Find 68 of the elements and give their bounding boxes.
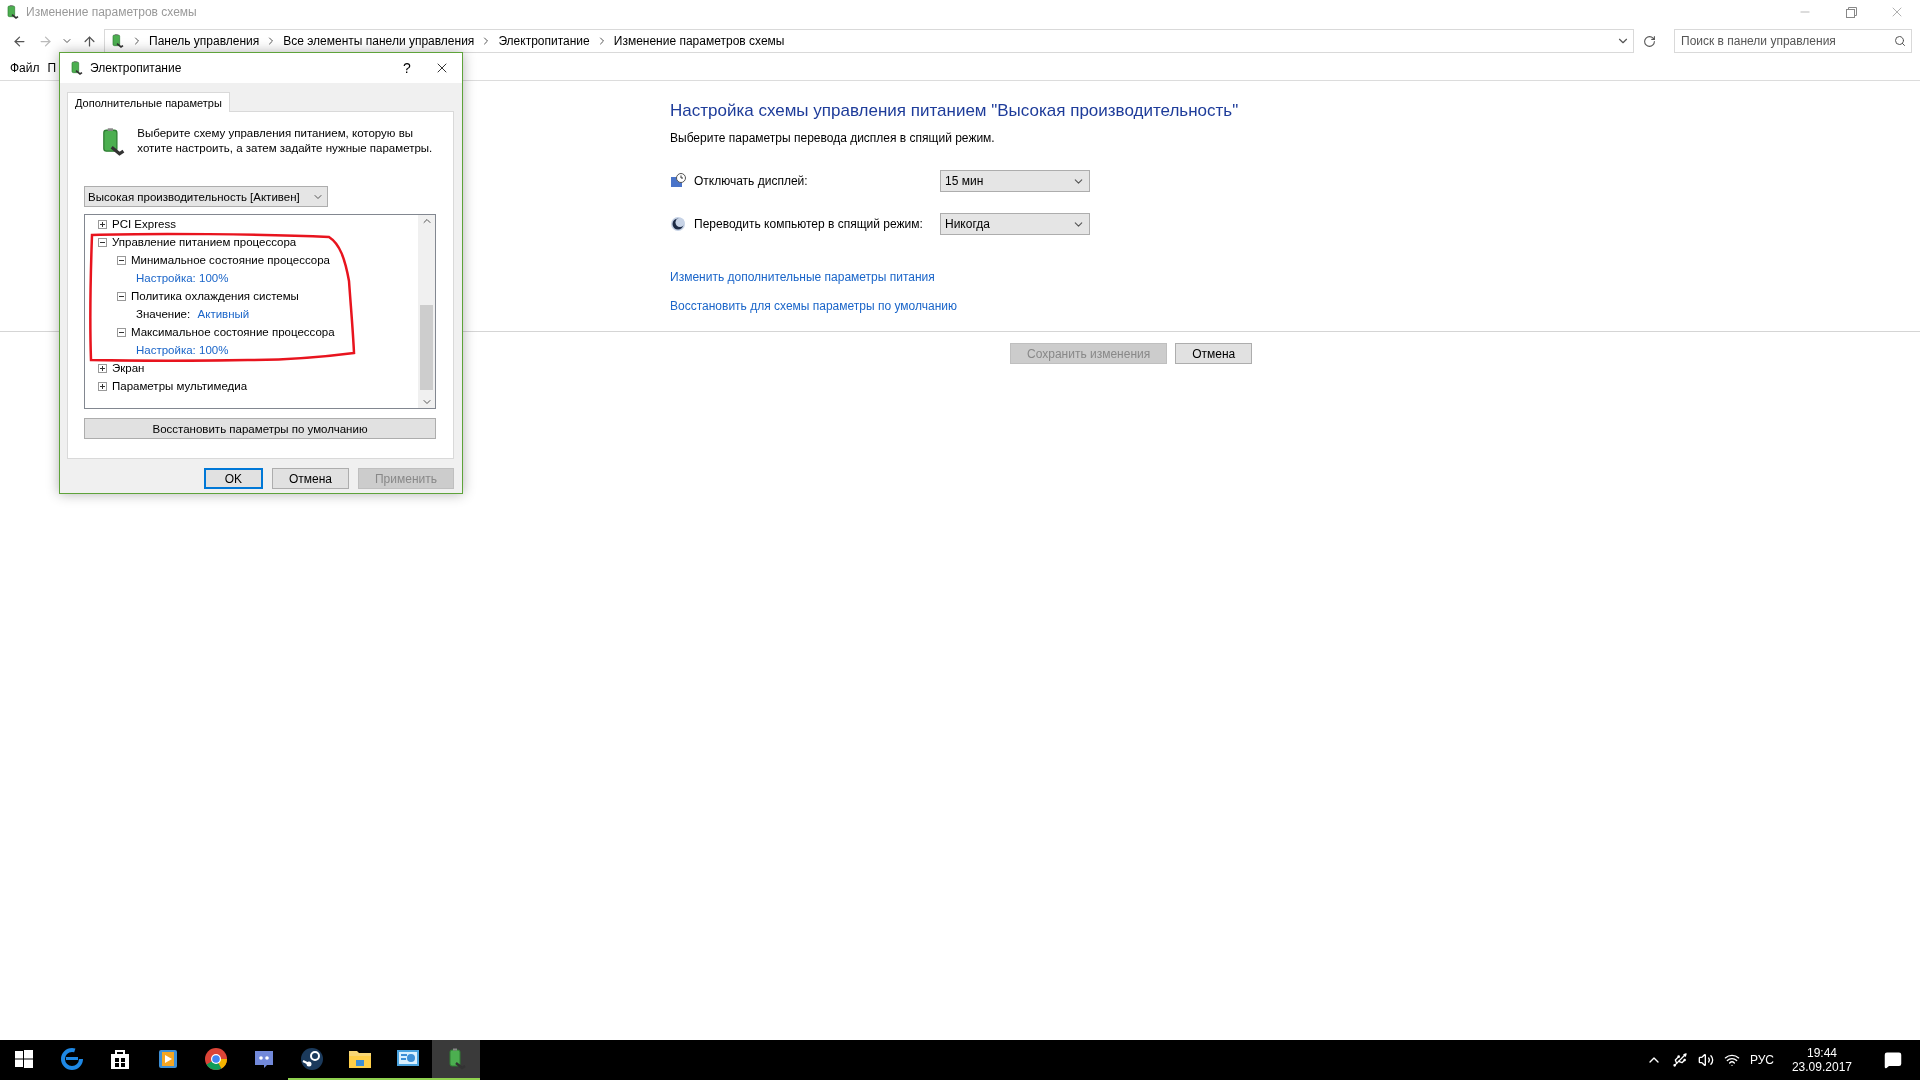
settings-link[interactable]: Изменить дополнительные параметры питания xyxy=(670,270,935,284)
expand-icon[interactable] xyxy=(98,219,107,229)
tree-item[interactable]: Минимальное состояние процессора xyxy=(131,254,330,266)
forward-arrow-icon xyxy=(37,33,53,49)
ok-button[interactable]: OK xyxy=(203,468,263,489)
folder-icon xyxy=(348,1048,372,1070)
collapse-icon[interactable] xyxy=(117,255,126,265)
cancel-button[interactable]: Отмена xyxy=(1175,343,1253,364)
collapse-icon[interactable] xyxy=(117,327,126,337)
setting-link[interactable]: Настройка: 100% xyxy=(136,344,229,356)
breadcrumb-link[interactable]: Все элементы панели управления xyxy=(283,34,475,48)
battery-plug-icon xyxy=(109,33,125,49)
dropdown[interactable]: 15 мин xyxy=(940,170,1090,192)
battery-plug-icon xyxy=(68,60,84,76)
description-text: Выберите схему управления питанием, которую вы хотите настроить, а затем задайте нужные параметры. xyxy=(137,126,434,156)
usb-icon[interactable] xyxy=(1671,1052,1688,1068)
menu-item[interactable]: П xyxy=(47,61,57,75)
breadcrumb-link[interactable]: Изменение параметров схемы xyxy=(613,34,785,48)
search-field[interactable]: Поиск в панели управления xyxy=(1674,29,1912,53)
expand-icon[interactable] xyxy=(98,363,107,373)
tree-item[interactable]: Политика охлаждения системы xyxy=(131,290,299,302)
round-logo-icon xyxy=(300,1047,324,1071)
scrollbar[interactable] xyxy=(418,215,435,408)
collapse-icon[interactable] xyxy=(98,237,107,247)
dropdown[interactable]: Никогда xyxy=(940,213,1090,235)
windows-logo-icon xyxy=(15,1050,33,1068)
menu-item[interactable]: Файл xyxy=(10,61,40,75)
expand-icon[interactable] xyxy=(98,381,107,391)
clock-date: 23.09.2017 xyxy=(1791,1060,1852,1074)
tab[interactable]: Дополнительные параметры xyxy=(67,92,230,112)
tree-item[interactable]: Экран xyxy=(112,362,145,374)
play-icon xyxy=(157,1048,179,1070)
cancel-button[interactable]: Отмена xyxy=(271,468,349,489)
address-bar[interactable]: Панель управления Все элементы панели управления Электропитание Изменение параметров схемы xyxy=(104,29,1634,53)
e-letter-icon xyxy=(60,1047,84,1071)
taskbar-app-button[interactable] xyxy=(432,1040,480,1080)
restore-icon xyxy=(1845,6,1857,18)
dialog-title: Электропитание xyxy=(90,61,183,75)
clock-time: 19:44 xyxy=(1806,1046,1837,1060)
battery-plug-icon xyxy=(4,4,20,20)
monitor-clock-icon xyxy=(670,173,686,189)
language-indicator[interactable]: РУС xyxy=(1749,1053,1774,1067)
search-icon xyxy=(1894,35,1906,47)
round-logo-icon xyxy=(204,1047,228,1071)
collapse-icon[interactable] xyxy=(117,291,126,301)
page-heading: Настройка схемы управления питанием "Высокая производительность" xyxy=(670,101,1240,121)
tree-item[interactable]: Управление питанием процессора xyxy=(112,236,297,248)
moon-icon xyxy=(670,216,686,232)
setting-label: Переводить компьютер в спящий режим: xyxy=(694,217,924,231)
window-title: Изменение параметров схемы xyxy=(26,5,198,19)
breadcrumb-link[interactable]: Электропитание xyxy=(498,34,590,48)
speaker-icon[interactable] xyxy=(1697,1052,1714,1068)
wifi-icon[interactable] xyxy=(1723,1052,1740,1068)
restore-defaults-button[interactable]: Восстановить параметры по умолчанию xyxy=(84,418,436,439)
help-button[interactable]: ? xyxy=(392,60,422,76)
shopping-bag-icon xyxy=(109,1048,131,1070)
setting-label: Значение: xyxy=(136,308,191,320)
page-subheading: Выберите параметры перевода дисплея в спящий режим. xyxy=(670,131,996,145)
setting-link[interactable]: Настройка: 100% xyxy=(136,272,229,284)
refresh-icon xyxy=(1642,34,1656,48)
tree-item[interactable]: Максимальное состояние процессора xyxy=(131,326,335,338)
tree-item[interactable]: PCI Express xyxy=(112,218,176,230)
setting-label: Отключать дисплей: xyxy=(694,174,809,188)
scheme-dropdown[interactable]: Высокая производительность [Активен] xyxy=(84,186,328,207)
breadcrumb-link[interactable]: Панель управления xyxy=(149,34,260,48)
tree-item[interactable]: Параметры мультимедиа xyxy=(112,380,248,392)
settings-link[interactable]: Восстановить для схемы параметры по умолчанию xyxy=(670,299,957,313)
setting-link[interactable]: Активный xyxy=(197,308,250,320)
